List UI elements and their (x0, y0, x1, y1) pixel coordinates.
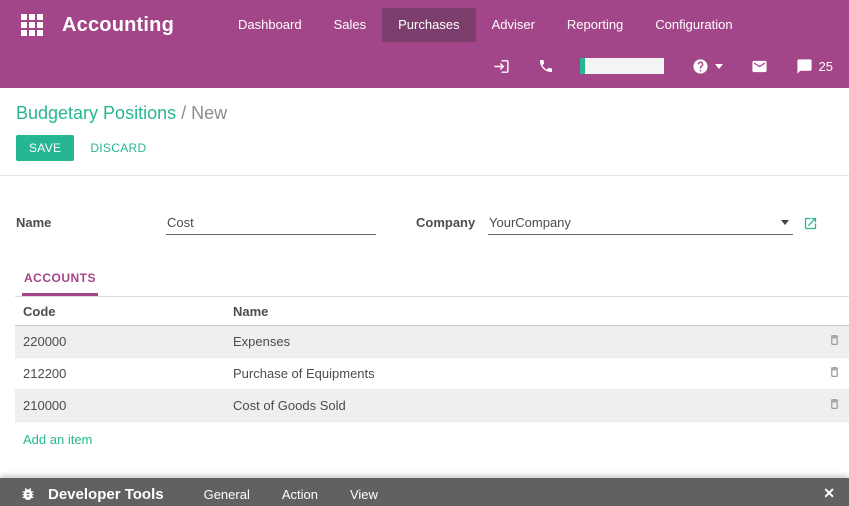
delete-row-button[interactable] (828, 397, 841, 411)
bug-icon (20, 486, 36, 502)
cell-name[interactable]: Cost of Goods Sold (225, 390, 815, 422)
column-header-actions (815, 297, 849, 326)
devtools-menu-action[interactable]: Action (282, 483, 318, 502)
devtools-menu-general[interactable]: General (204, 483, 250, 502)
breadcrumb-parent-link[interactable]: Budgetary Positions (16, 103, 176, 123)
chevron-down-icon (715, 64, 723, 69)
chat-count-badge: 25 (819, 59, 833, 74)
column-header-name[interactable]: Name (225, 297, 815, 326)
nav-item-purchases[interactable]: Purchases (382, 8, 475, 42)
main-menu: Dashboard Sales Purchases Adviser Report… (222, 8, 749, 42)
cell-code[interactable]: 210000 (15, 390, 225, 422)
delete-row-button[interactable] (828, 333, 841, 347)
developer-tools-bar: Developer Tools General Action View ✕ (0, 478, 849, 506)
help-icon (692, 58, 709, 75)
name-field-group: Name (16, 212, 416, 235)
nav-item-configuration[interactable]: Configuration (639, 8, 748, 42)
breadcrumb-current: New (191, 103, 227, 123)
nav-item-reporting[interactable]: Reporting (551, 8, 639, 42)
phone-icon[interactable] (538, 58, 554, 74)
company-dropdown-caret-icon[interactable] (781, 220, 789, 225)
app-title: Accounting (62, 8, 174, 42)
apps-grid-icon (21, 14, 43, 36)
column-header-code[interactable]: Code (15, 297, 225, 326)
discard-button[interactable]: DISCARD (90, 141, 146, 155)
form-fields-row: Name Company (0, 176, 849, 235)
nav-item-dashboard[interactable]: Dashboard (222, 8, 318, 42)
name-input[interactable] (166, 212, 376, 235)
company-field-label: Company (416, 212, 488, 230)
messages-button[interactable]: 25 (796, 58, 833, 75)
devtools-title: Developer Tools (48, 482, 164, 503)
mail-icon[interactable] (751, 58, 768, 75)
breadcrumb: Budgetary Positions / New (0, 88, 849, 124)
progressbar-fill (580, 58, 586, 74)
login-icon[interactable] (493, 58, 510, 75)
breadcrumb-separator: / (181, 103, 191, 123)
form-action-bar: SAVE DISCARD (0, 135, 849, 176)
cell-name[interactable]: Expenses (225, 326, 815, 358)
cell-name[interactable]: Purchase of Equipments (225, 358, 815, 390)
help-menu-button[interactable] (692, 58, 723, 75)
add-an-item-link[interactable]: Add an item (23, 432, 92, 447)
company-field-group: Company (416, 212, 833, 235)
company-many2one (488, 212, 793, 235)
nav-item-sales[interactable]: Sales (318, 8, 383, 42)
table-row[interactable]: 210000 Cost of Goods Sold (15, 390, 849, 422)
devtools-menu-view[interactable]: View (350, 483, 378, 502)
main-navbar: Accounting Dashboard Sales Purchases Adv… (0, 0, 849, 88)
systray-progressbar (580, 58, 664, 74)
nav-item-adviser[interactable]: Adviser (476, 8, 551, 42)
save-button[interactable]: SAVE (16, 135, 74, 161)
apps-menu-button[interactable] (12, 8, 52, 42)
name-field-label: Name (16, 212, 166, 230)
notebook-tabs: ACCOUNTS (15, 269, 849, 297)
tab-accounts[interactable]: ACCOUNTS (22, 271, 98, 296)
company-input[interactable] (488, 212, 781, 234)
navbar-systray: 25 (0, 46, 849, 86)
table-row[interactable]: 212200 Purchase of Equipments (15, 358, 849, 390)
external-link-icon[interactable] (803, 216, 818, 231)
close-icon[interactable]: ✕ (823, 483, 835, 502)
accounts-table: Code Name 220000 Expenses 212200 Purchas… (15, 297, 849, 422)
chat-icon (796, 58, 813, 75)
navbar-top-row: Accounting Dashboard Sales Purchases Adv… (0, 0, 849, 46)
table-header-row: Code Name (15, 297, 849, 326)
cell-code[interactable]: 212200 (15, 358, 225, 390)
delete-row-button[interactable] (828, 365, 841, 379)
table-row[interactable]: 220000 Expenses (15, 326, 849, 358)
cell-code[interactable]: 220000 (15, 326, 225, 358)
